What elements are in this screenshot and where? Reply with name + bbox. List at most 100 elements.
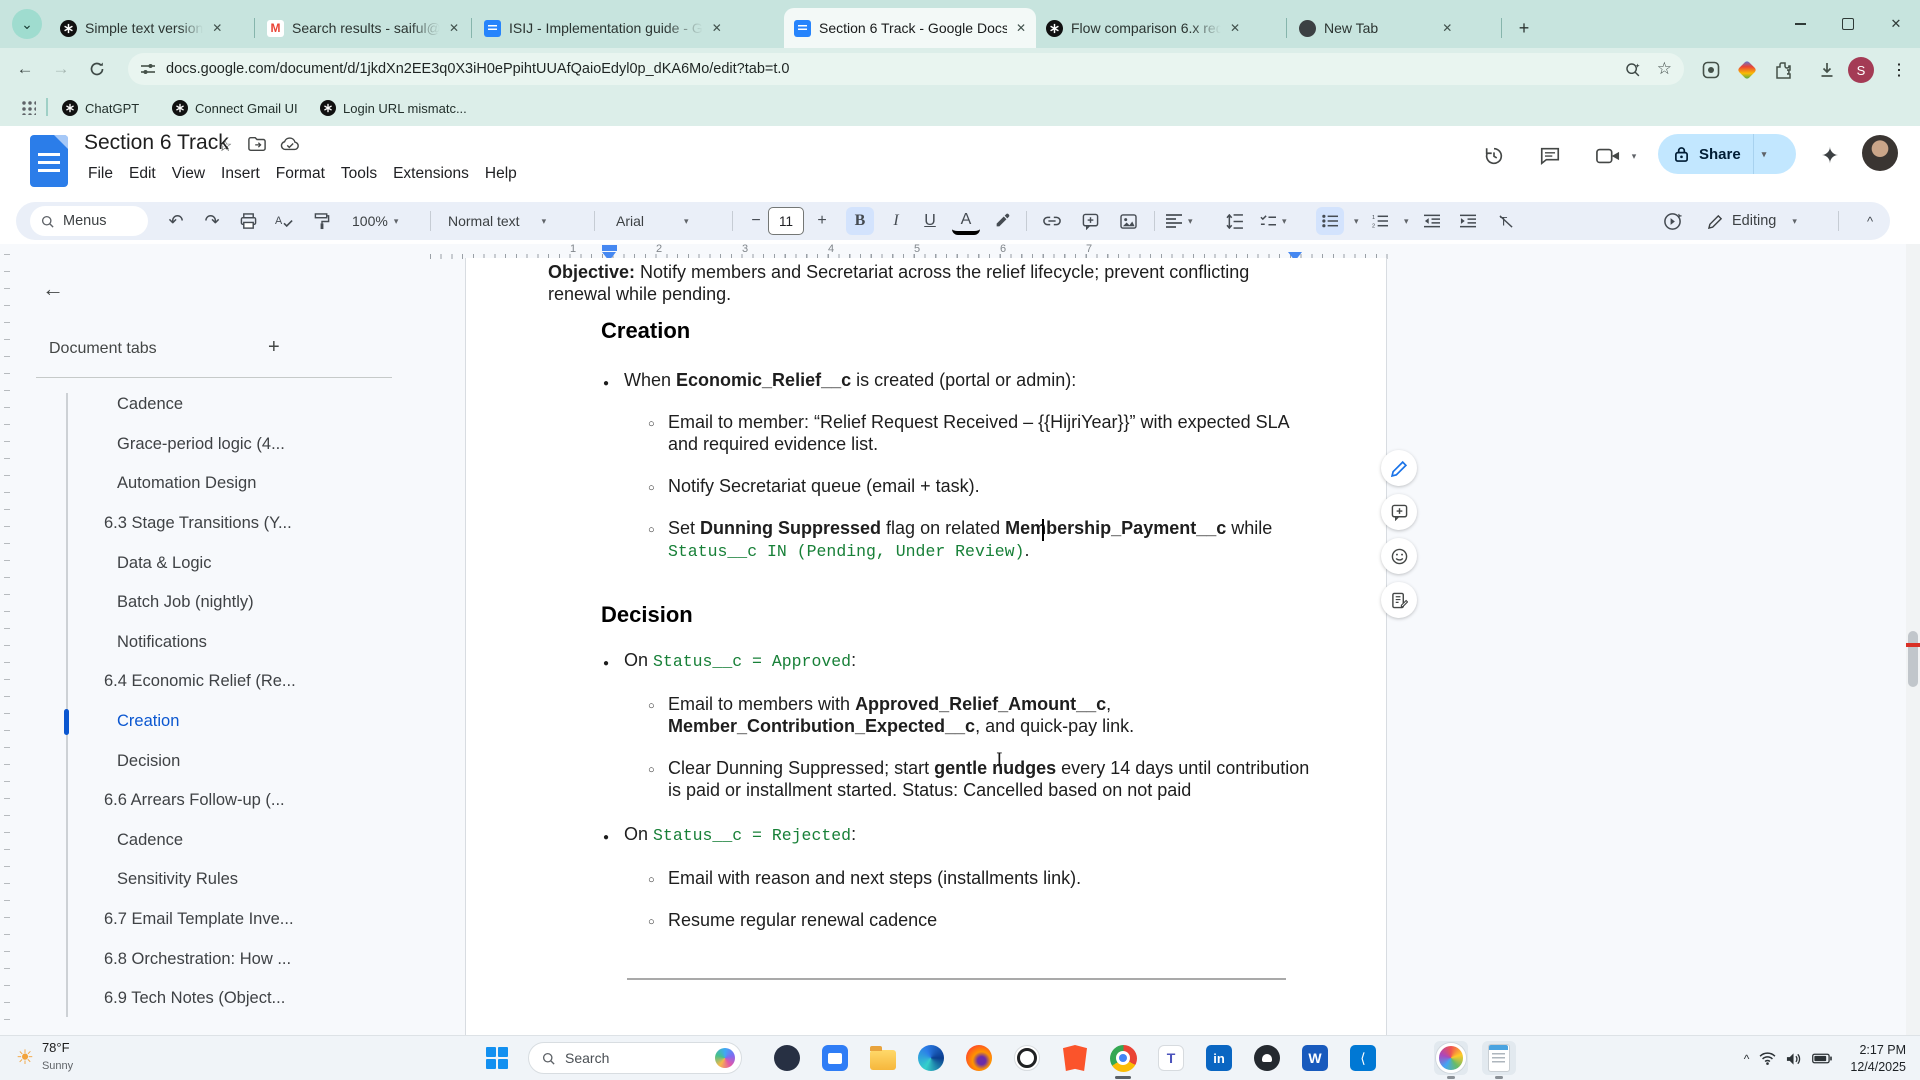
menu-view[interactable]: View: [164, 162, 213, 186]
version-history-icon[interactable]: [1478, 140, 1510, 172]
meet-dropdown-icon[interactable]: ▾: [1622, 140, 1640, 172]
reload-button[interactable]: [84, 56, 110, 82]
sidebar-item-6-8-orchestration[interactable]: 6.8 Orchestration: How ...: [0, 939, 400, 979]
tab-section-6-track-active[interactable]: Section 6 Track - Google Docs ✕: [784, 8, 1036, 48]
sidebar-item-6-9-tech-notes[interactable]: 6.9 Tech Notes (Object...: [0, 979, 400, 1019]
first-line-indent-marker[interactable]: [602, 245, 617, 251]
add-comment-icon[interactable]: [1076, 207, 1104, 235]
checklist-select[interactable]: ▾: [1260, 207, 1287, 235]
paragraph-style-select[interactable]: Normal text▾: [448, 207, 546, 235]
google-lens-icon[interactable]: [1698, 57, 1724, 83]
sidebar-item-batch-job[interactable]: Batch Job (nightly): [0, 583, 400, 623]
close-sidebar-button[interactable]: ←: [42, 276, 64, 302]
bulleted-list-button[interactable]: [1316, 207, 1344, 235]
sidebar-item-cadence[interactable]: Cadence: [0, 385, 400, 425]
add-tab-button[interactable]: +: [268, 336, 280, 359]
sidebar-item-6-4-economic-relief[interactable]: 6.4 Economic Relief (Re...: [0, 662, 400, 702]
tab-isij-implementation-guide[interactable]: ISIJ - Implementation guide - G ✕: [474, 8, 784, 48]
url-text[interactable]: docs.google.com/document/d/1jkdXn2EE3q0X…: [166, 61, 1624, 77]
font-select[interactable]: Arial▾: [616, 207, 689, 235]
menu-insert[interactable]: Insert: [213, 162, 268, 186]
downloads-icon[interactable]: [1814, 57, 1840, 83]
align-select[interactable]: ▾: [1166, 207, 1193, 235]
taskbar-app-notepad-open[interactable]: [1482, 1041, 1516, 1075]
sidebar-item-notifications[interactable]: Notifications: [0, 623, 400, 663]
font-size-input[interactable]: 11: [768, 207, 804, 235]
sidebar-item-cadence-2[interactable]: Cadence: [0, 821, 400, 861]
document-page[interactable]: Objective: Notify members and Secretaria…: [465, 258, 1387, 1035]
undo-icon[interactable]: ↶: [162, 207, 190, 235]
extensions-puzzle-icon[interactable]: [1770, 57, 1796, 83]
meet-video-icon[interactable]: [1592, 140, 1624, 172]
text-color-button[interactable]: A: [952, 209, 980, 235]
insert-image-icon[interactable]: [1114, 207, 1142, 235]
battery-icon[interactable]: [1812, 1053, 1832, 1064]
tray-expand-icon[interactable]: ^: [1744, 1052, 1750, 1066]
sidebar-item-6-7-email-template[interactable]: 6.7 Email Template Inve...: [0, 900, 400, 940]
increase-indent-icon[interactable]: [1454, 207, 1482, 235]
google-docs-logo[interactable]: [30, 135, 68, 187]
menu-tools[interactable]: Tools: [333, 162, 385, 186]
maximize-button[interactable]: [1824, 0, 1872, 48]
insert-link-icon[interactable]: [1038, 207, 1066, 235]
close-icon[interactable]: ✕: [1016, 21, 1026, 35]
close-icon[interactable]: ✕: [712, 21, 722, 35]
menu-extensions[interactable]: Extensions: [385, 162, 477, 186]
taskbar-search[interactable]: Search: [528, 1042, 742, 1074]
print-icon[interactable]: [234, 207, 262, 235]
help-me-write-button[interactable]: [1381, 450, 1417, 486]
apps-grid-icon[interactable]: [20, 99, 36, 115]
bold-button[interactable]: B: [846, 207, 874, 235]
suggest-edits-button[interactable]: [1381, 582, 1417, 618]
share-dropdown-icon[interactable]: ▾: [1762, 149, 1767, 160]
taskbar-app-store[interactable]: [818, 1041, 852, 1075]
close-icon[interactable]: ✕: [449, 21, 459, 35]
sidebar-item-automation-design[interactable]: Automation Design: [0, 464, 400, 504]
redo-icon[interactable]: ↷: [198, 207, 226, 235]
tab-search-button[interactable]: ⌄: [12, 9, 42, 39]
close-icon[interactable]: ✕: [1230, 21, 1240, 35]
clock-widget[interactable]: 2:17 PM 12/4/2025: [1850, 1042, 1906, 1076]
taskbar-app-edge[interactable]: [914, 1041, 948, 1075]
tab-flow-comparison[interactable]: Flow comparison 6.x requireme ✕: [1036, 8, 1284, 48]
start-button[interactable]: [486, 1047, 508, 1069]
comments-icon[interactable]: [1534, 140, 1566, 172]
search-sparkle-icon[interactable]: [1624, 61, 1641, 78]
italic-button[interactable]: I: [882, 207, 910, 235]
volume-icon[interactable]: [1786, 1052, 1802, 1066]
taskbar-app-github[interactable]: [1250, 1041, 1284, 1075]
star-document-icon[interactable]: ☆: [218, 136, 232, 156]
taskbar-app-file-explorer[interactable]: [866, 1041, 900, 1075]
taskbar-app-paint-open[interactable]: [1434, 1041, 1468, 1075]
taskbar-app-word[interactable]: W: [1298, 1041, 1332, 1075]
bookmark-chatgpt[interactable]: ChatGPT: [62, 95, 139, 121]
forward-button[interactable]: →: [48, 56, 74, 82]
menu-help[interactable]: Help: [477, 162, 525, 186]
sidebar-item-decision[interactable]: Decision: [0, 741, 400, 781]
document-title[interactable]: Section 6 Track: [84, 131, 229, 155]
decrease-font-icon[interactable]: −: [742, 207, 770, 235]
taskbar-app-brave[interactable]: [1058, 1041, 1092, 1075]
decrease-indent-icon[interactable]: [1418, 207, 1446, 235]
tab-gmail-search-results[interactable]: M Search results - saiful@momen ✕: [257, 8, 469, 48]
clear-formatting-icon[interactable]: T: [1492, 207, 1520, 235]
tab-simple-text-version[interactable]: Simple text version ✕: [50, 8, 252, 48]
numbered-list-button[interactable]: 12: [1366, 207, 1394, 235]
back-button[interactable]: ←: [12, 56, 38, 82]
sidebar-item-creation-active[interactable]: Creation: [0, 702, 400, 742]
bulleted-list-dropdown-icon[interactable]: ▾: [1354, 216, 1359, 227]
taskbar-app-teams[interactable]: T: [1154, 1041, 1188, 1075]
spellcheck-icon[interactable]: A: [270, 207, 298, 235]
bookmark-login-url-mismatch[interactable]: Login URL mismatc...: [320, 95, 467, 121]
taskbar-app-widgets[interactable]: [770, 1041, 804, 1075]
menu-format[interactable]: Format: [268, 162, 333, 186]
close-icon[interactable]: ✕: [1442, 21, 1452, 35]
paint-format-icon[interactable]: [308, 207, 336, 235]
account-avatar[interactable]: [1862, 135, 1898, 171]
minimize-button[interactable]: [1776, 0, 1824, 48]
window-close-button[interactable]: ✕: [1872, 0, 1920, 48]
underline-button[interactable]: U: [916, 207, 944, 235]
bookmark-star-icon[interactable]: ☆: [1657, 59, 1672, 79]
gemini-sparkle-icon[interactable]: ✦: [1814, 140, 1846, 172]
close-icon[interactable]: ✕: [212, 21, 222, 35]
